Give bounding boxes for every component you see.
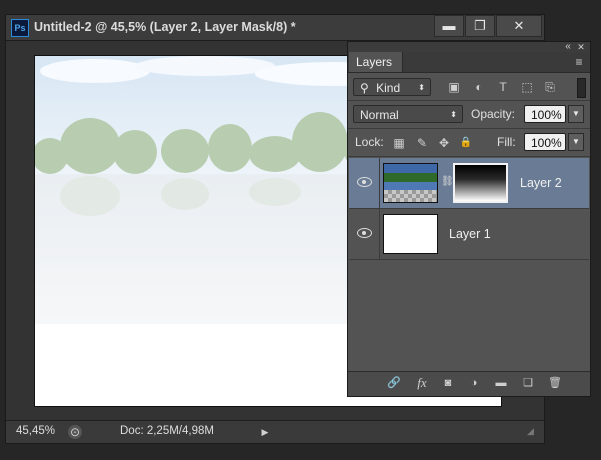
type-filter-icon[interactable]: T — [496, 80, 510, 94]
layer-mask-thumbnail[interactable] — [453, 163, 508, 203]
blend-mode-select[interactable]: Normal ⬍ — [353, 105, 463, 123]
tab-layers[interactable]: Layers — [349, 52, 403, 72]
blend-mode-value: Normal — [360, 108, 399, 122]
status-menu-arrow-icon[interactable]: ▶ — [258, 425, 272, 439]
maximize-button[interactable]: ❐ — [465, 15, 495, 37]
opacity-input[interactable]: 100% — [524, 105, 566, 123]
photoshop-app-icon: Ps — [11, 19, 29, 37]
zoom-level[interactable]: 45,45% — [16, 425, 55, 437]
lock-image-pixels-icon[interactable]: ✎ — [415, 136, 429, 150]
layer-style-fx-icon[interactable]: fx — [414, 376, 430, 390]
lock-transparent-pixels-icon[interactable]: ▦ — [392, 136, 406, 150]
layer-row-layer-2[interactable]: ⛓ Layer 2 — [349, 158, 589, 209]
new-adjustment-layer-icon[interactable]: ◑ — [466, 376, 482, 390]
document-titlebar[interactable]: Ps Untitled-2 @ 45,5% (Layer 2, Layer Ma… — [6, 15, 544, 41]
updown-icon: ⬍ — [418, 83, 425, 92]
search-icon: ⚲ — [360, 81, 369, 95]
visibility-toggle[interactable] — [349, 209, 380, 259]
minimize-button[interactable]: ▬ — [434, 15, 464, 37]
layer-thumbnail-image — [384, 164, 437, 202]
fill-label: Fill: — [497, 135, 516, 149]
layer-row-layer-1[interactable]: Layer 1 — [349, 209, 589, 260]
eye-icon — [357, 177, 372, 187]
panel-menu-icon[interactable]: ≡ — [572, 55, 586, 69]
adjustment-filter-icon[interactable]: ◐ — [472, 80, 486, 94]
window-resize-grip-icon[interactable]: ◢ — [527, 426, 539, 438]
lock-row: Lock: ▦ ✎ ✥ 🔒 Fill: 100% ▼ — [348, 130, 590, 156]
layer-name[interactable]: Layer 2 — [520, 176, 562, 190]
close-button[interactable]: ✕ — [496, 15, 542, 37]
layer-name[interactable]: Layer 1 — [449, 227, 491, 241]
opacity-dropdown-icon[interactable]: ▼ — [568, 105, 584, 123]
delete-layer-icon[interactable]: 🗑 — [547, 376, 563, 390]
mask-link-icon[interactable]: ⛓ — [441, 176, 454, 187]
fill-dropdown-icon[interactable]: ▼ — [568, 133, 584, 151]
smart-object-filter-icon[interactable]: ⎘ — [543, 80, 557, 94]
updown-icon: ⬍ — [450, 110, 457, 119]
document-size-info: Doc: 2,25M/4,98M — [120, 425, 214, 437]
panel-tab-row: Layers ≡ — [348, 52, 590, 73]
eye-icon — [357, 228, 372, 238]
layer-thumbnail[interactable] — [383, 163, 438, 203]
divider — [348, 156, 590, 157]
opacity-label: Opacity: — [471, 107, 516, 121]
link-layers-icon[interactable]: 🔗 — [386, 376, 402, 390]
new-layer-icon[interactable]: ❏ — [520, 376, 536, 390]
divider — [348, 100, 590, 101]
divider — [348, 128, 590, 129]
panel-header-strip[interactable]: « ✕ — [348, 41, 590, 52]
image-filter-icon[interactable]: ▣ — [447, 80, 461, 94]
new-group-folder-icon[interactable]: ▬ — [493, 376, 509, 390]
lock-position-icon[interactable]: ✥ — [437, 136, 451, 150]
filter-toggle-switch[interactable] — [577, 78, 586, 98]
panel-footer: 🔗 fx ◙ ◑ ▬ ❏ 🗑 — [348, 371, 590, 396]
filter-row: ⚲ Kind ⬍ ▣ ◐ T ⬚ ⎘ — [348, 74, 590, 100]
visibility-toggle[interactable] — [349, 158, 380, 208]
lock-all-icon[interactable]: 🔒 — [459, 136, 473, 150]
layer-thumbnail[interactable] — [383, 214, 438, 254]
fill-input[interactable]: 100% — [524, 133, 566, 151]
blend-row: Normal ⬍ Opacity: 100% ▼ — [348, 102, 590, 128]
layers-panel: « ✕ Layers ≡ ⚲ Kind ⬍ ▣ ◐ T ⬚ ⎘ Normal ⬍… — [347, 41, 591, 397]
zoom-preview-icon[interactable]: ⊙ — [68, 425, 82, 439]
add-layer-mask-icon[interactable]: ◙ — [440, 376, 456, 390]
status-bar: 45,45% ⊙ Doc: 2,25M/4,98M ▶ — [6, 420, 544, 443]
document-title: Untitled-2 @ 45,5% (Layer 2, Layer Mask/… — [34, 20, 296, 34]
filter-kind-value: Kind — [376, 81, 401, 95]
lock-label: Lock: — [355, 135, 384, 149]
shape-filter-icon[interactable]: ⬚ — [520, 80, 534, 94]
filter-kind-select[interactable]: ⚲ Kind ⬍ — [353, 78, 431, 96]
